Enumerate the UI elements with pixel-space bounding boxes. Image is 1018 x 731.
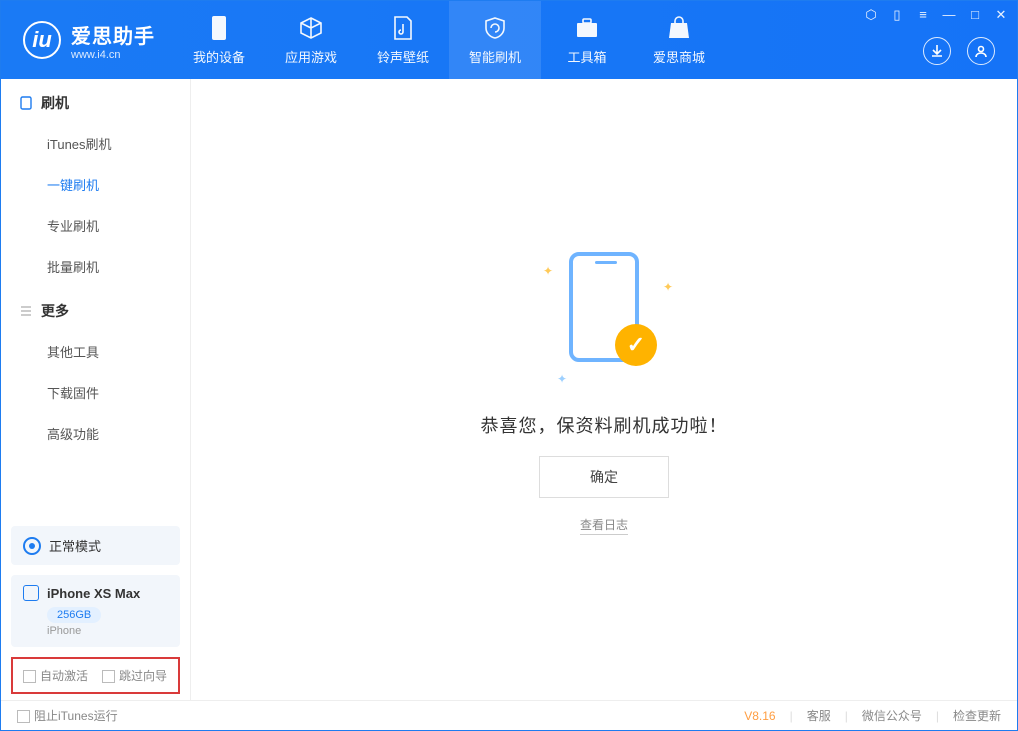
sparkle-icon: ✦ xyxy=(557,372,567,386)
sidebar-section-flash: 刷机 xyxy=(1,79,190,123)
sparkle-icon: ✦ xyxy=(543,264,553,278)
device-icon xyxy=(23,585,39,601)
menu-icon[interactable]: ≡ xyxy=(915,7,931,23)
status-bar: 阻止iTunes运行 V8.16 | 客服 | 微信公众号 | 检查更新 xyxy=(1,700,1017,730)
download-icon[interactable] xyxy=(923,37,951,65)
app-url: www.i4.cn xyxy=(71,49,155,61)
tab-label: 我的设备 xyxy=(193,47,245,66)
checkbox-auto-activate[interactable]: 自动激活 xyxy=(23,667,88,684)
sidebar-item-batch-flash[interactable]: 批量刷机 xyxy=(1,246,190,287)
checkbox-icon xyxy=(23,670,36,683)
tab-ringtones-wallpapers[interactable]: 铃声壁纸 xyxy=(357,1,449,79)
section-title-label: 更多 xyxy=(41,301,69,321)
brand-text: 爱思助手 www.i4.cn xyxy=(71,20,155,61)
view-log-link[interactable]: 查看日志 xyxy=(580,516,628,535)
sidebar-item-pro-flash[interactable]: 专业刷机 xyxy=(1,205,190,246)
app-name: 爱思助手 xyxy=(71,20,155,49)
sparkle-icon: ✦ xyxy=(663,280,673,294)
tab-label: 智能刷机 xyxy=(469,47,521,66)
tab-apps-games[interactable]: 应用游戏 xyxy=(265,1,357,79)
customer-service-link[interactable]: 客服 xyxy=(807,707,831,724)
tab-store[interactable]: 爱思商城 xyxy=(633,1,725,79)
device-panel[interactable]: iPhone XS Max 256GB iPhone xyxy=(11,575,180,647)
minimize-icon[interactable]: ― xyxy=(941,7,957,23)
tab-toolbox[interactable]: 工具箱 xyxy=(541,1,633,79)
ipad-icon[interactable]: ▯ xyxy=(889,7,905,23)
storage-badge: 256GB xyxy=(47,607,101,623)
mode-status-icon xyxy=(23,537,41,555)
option-label: 阻止iTunes运行 xyxy=(34,709,118,723)
music-file-icon xyxy=(390,15,416,41)
user-icon[interactable] xyxy=(967,37,995,65)
checkmark-badge-icon: ✓ xyxy=(615,324,657,366)
tab-label: 工具箱 xyxy=(567,47,606,66)
tab-label: 爱思商城 xyxy=(653,47,705,66)
app-header: iu 爱思助手 www.i4.cn 我的设备 应用游戏 铃声壁纸 智能刷机 工具… xyxy=(1,1,1017,79)
ok-button[interactable]: 确定 xyxy=(539,456,669,498)
shopping-bag-icon xyxy=(666,15,692,41)
sidebar: 刷机 iTunes刷机 一键刷机 专业刷机 批量刷机 更多 其他工具 下载固件 … xyxy=(1,79,191,700)
option-label: 自动激活 xyxy=(40,669,88,683)
success-message: 恭喜您，保资料刷机成功啦！ xyxy=(481,412,728,438)
checkbox-prevent-itunes[interactable]: 阻止iTunes运行 xyxy=(17,707,118,724)
success-illustration: ✦ ✦ ✦ ✓ xyxy=(529,244,679,394)
shield-refresh-icon xyxy=(482,15,508,41)
cube-icon xyxy=(298,15,324,41)
section-title-label: 刷机 xyxy=(41,93,69,113)
device-name: iPhone XS Max xyxy=(47,586,140,601)
check-update-link[interactable]: 检查更新 xyxy=(953,707,1001,724)
hamburger-icon xyxy=(19,304,33,318)
app-body: 刷机 iTunes刷机 一键刷机 专业刷机 批量刷机 更多 其他工具 下载固件 … xyxy=(1,79,1017,700)
tab-smart-flash[interactable]: 智能刷机 xyxy=(449,1,541,79)
sidebar-item-oneclick-flash[interactable]: 一键刷机 xyxy=(1,164,190,205)
tab-my-device[interactable]: 我的设备 xyxy=(173,1,265,79)
version-label: V8.16 xyxy=(744,709,775,723)
header-right-icons xyxy=(923,37,995,65)
titlebar-controls: ⬡ ▯ ≡ ― □ ✕ xyxy=(863,7,1009,23)
options-box: 自动激活 跳过向导 xyxy=(11,657,180,694)
close-icon[interactable]: ✕ xyxy=(993,7,1009,23)
phone-small-icon xyxy=(19,96,33,110)
phone-icon xyxy=(206,15,232,41)
main-tabs: 我的设备 应用游戏 铃声壁纸 智能刷机 工具箱 爱思商城 xyxy=(173,1,725,79)
sidebar-item-itunes-flash[interactable]: iTunes刷机 xyxy=(1,123,190,164)
sidebar-item-advanced[interactable]: 高级功能 xyxy=(1,413,190,454)
sidebar-item-download-firmware[interactable]: 下载固件 xyxy=(1,372,190,413)
maximize-icon[interactable]: □ xyxy=(967,7,983,23)
sidebar-item-other-tools[interactable]: 其他工具 xyxy=(1,331,190,372)
device-type: iPhone xyxy=(47,625,168,637)
mode-label: 正常模式 xyxy=(49,536,101,555)
wechat-link[interactable]: 微信公众号 xyxy=(862,707,922,724)
checkbox-skip-guide[interactable]: 跳过向导 xyxy=(102,667,167,684)
checkbox-icon xyxy=(17,710,30,723)
brand-block: iu 爱思助手 www.i4.cn xyxy=(1,1,173,79)
option-label: 跳过向导 xyxy=(119,669,167,683)
checkbox-icon xyxy=(102,670,115,683)
tshirt-icon[interactable]: ⬡ xyxy=(863,7,879,23)
sidebar-section-more: 更多 xyxy=(1,287,190,331)
toolbox-icon xyxy=(574,15,600,41)
mode-panel[interactable]: 正常模式 xyxy=(11,526,180,565)
tab-label: 铃声壁纸 xyxy=(377,47,429,66)
app-logo-icon: iu xyxy=(23,21,61,59)
main-content: ✦ ✦ ✦ ✓ 恭喜您，保资料刷机成功啦！ 确定 查看日志 xyxy=(191,79,1017,700)
tab-label: 应用游戏 xyxy=(285,47,337,66)
